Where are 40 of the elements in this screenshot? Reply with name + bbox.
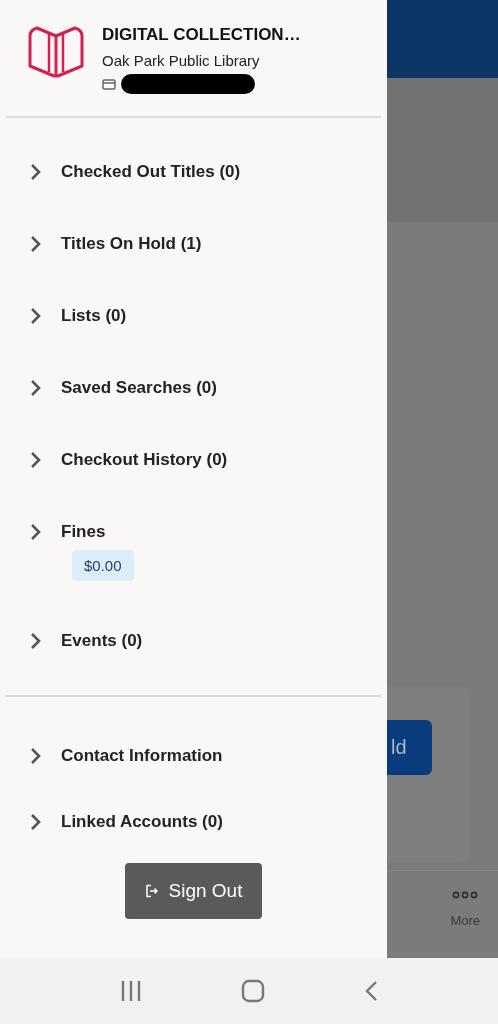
chevron-right-icon <box>30 163 42 181</box>
menu-item-label: Titles On Hold (1) <box>61 233 202 255</box>
menu-item-label: Contact Information <box>61 745 223 767</box>
menu-item-label: Checkout History (0) <box>61 449 228 471</box>
menu-item[interactable]: Checked Out Titles (0) <box>6 136 381 208</box>
menu-item-label: Fines <box>61 521 106 543</box>
menu-item[interactable]: Checkout History (0) <box>6 424 381 496</box>
hold-button[interactable]: ld <box>387 720 432 775</box>
menu-item[interactable]: Contact Information <box>0 721 387 787</box>
chevron-right-icon <box>30 813 42 831</box>
recent-apps-icon[interactable] <box>119 980 142 1002</box>
chevron-right-icon <box>30 523 42 541</box>
menu-item-label: Checked Out Titles (0) <box>61 161 241 183</box>
home-icon[interactable] <box>241 979 265 1003</box>
library-name: Oak Park Public Library <box>102 51 261 71</box>
app-title: DIGITAL COLLECTION… <box>102 24 301 46</box>
menu-item-label: Events (0) <box>61 630 143 652</box>
back-icon[interactable] <box>364 980 379 1002</box>
menu-item[interactable]: Linked Accounts (0) <box>0 787 387 853</box>
menu-item[interactable]: Titles On Hold (1) <box>6 208 381 280</box>
chevron-right-icon <box>30 451 42 469</box>
library-card-icon <box>102 78 116 90</box>
sign-out-icon <box>144 884 159 898</box>
menu-item-label: Linked Accounts (0) <box>61 811 223 833</box>
menu-item[interactable]: Fines $0.00 <box>6 496 381 605</box>
fines-amount: $0.00 <box>72 550 134 581</box>
chevron-right-icon <box>30 235 42 253</box>
menu-item-label: Lists (0) <box>61 305 127 327</box>
chevron-right-icon <box>30 307 42 325</box>
chevron-right-icon <box>30 747 42 765</box>
chevron-right-icon <box>30 632 42 650</box>
sign-out-button[interactable]: Sign Out <box>124 863 263 919</box>
menu-item-label: Saved Searches (0) <box>61 377 217 399</box>
menu-item[interactable]: Lists (0) <box>6 280 381 352</box>
open-book-icon <box>27 24 85 80</box>
more-label: More <box>450 913 480 928</box>
chevron-right-icon <box>30 379 42 397</box>
more-icon <box>452 891 479 899</box>
menu-item[interactable]: Events (0) <box>6 605 381 677</box>
menu-item[interactable]: Saved Searches (0) <box>6 352 381 424</box>
